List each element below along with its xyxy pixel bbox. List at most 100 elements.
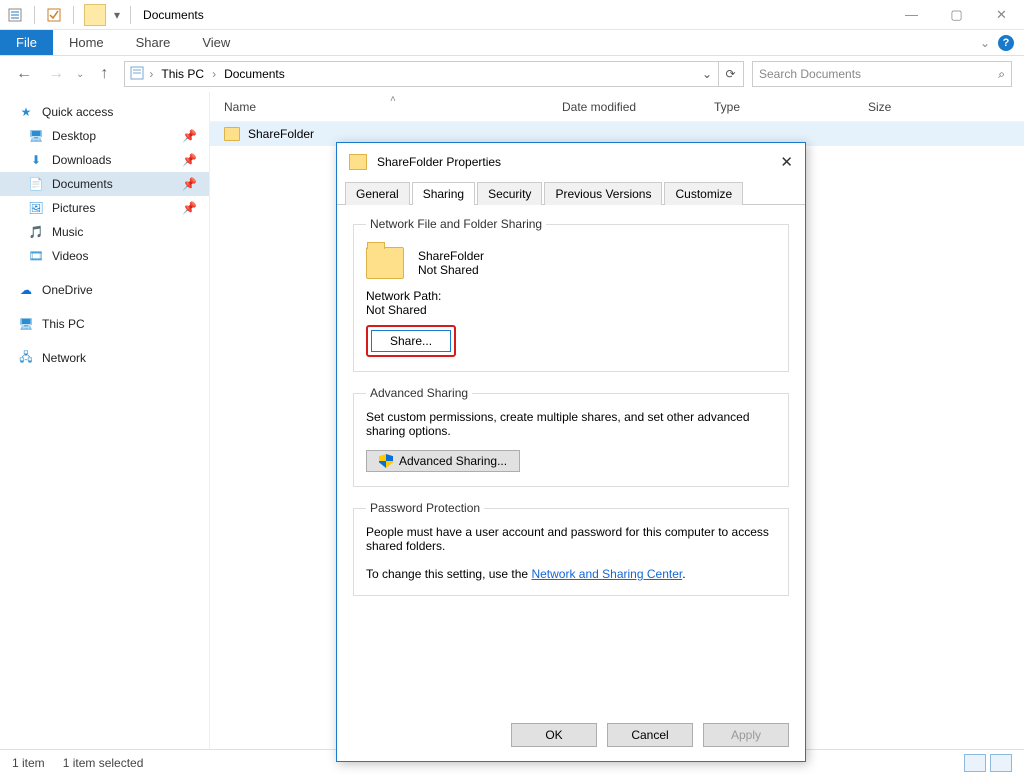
network-file-sharing-group: Network File and Folder Sharing ShareFol… — [353, 217, 789, 372]
share-button-highlight: Share... — [366, 325, 456, 357]
recent-locations-icon[interactable]: ⌄ — [76, 69, 84, 80]
sidebar-item-videos[interactable]: 🎞Videos — [0, 244, 209, 268]
tab-previous-versions[interactable]: Previous Versions — [544, 182, 662, 205]
network-path-label: Network Path: — [366, 289, 776, 303]
column-size[interactable]: Size — [854, 100, 1024, 114]
group-legend: Network File and Folder Sharing — [366, 217, 546, 231]
folder-icon — [366, 247, 404, 279]
share-status: Not Shared — [418, 263, 484, 277]
ok-button[interactable]: OK — [511, 723, 597, 747]
address-dropdown-icon[interactable]: ⌄ — [702, 67, 714, 81]
address-bar[interactable]: › This PC › Documents ⌄ — [124, 61, 719, 87]
navigation-bar: ← → ⌄ ↑ › This PC › Documents ⌄ ⟳ Search… — [0, 56, 1024, 92]
folder-qat-icon[interactable] — [84, 4, 106, 26]
dialog-tabs: General Sharing Security Previous Versio… — [337, 181, 805, 205]
view-details-button[interactable] — [964, 754, 986, 772]
pin-icon: 📌 — [182, 153, 197, 167]
dialog-button-row: OK Cancel Apply — [337, 713, 805, 761]
search-placeholder: Search Documents — [759, 67, 861, 81]
column-name[interactable]: Name ˄ — [210, 100, 548, 114]
back-button[interactable]: ← — [12, 62, 36, 86]
pictures-icon: 🖼 — [28, 200, 44, 216]
folder-icon — [224, 127, 240, 141]
sidebar-quick-access[interactable]: ★ Quick access — [0, 100, 209, 124]
window-title: Documents — [143, 8, 204, 22]
quick-access-toolbar: ▾ — [0, 4, 135, 26]
help-icon[interactable]: ? — [998, 35, 1014, 51]
tab-share[interactable]: Share — [120, 30, 187, 55]
properties-qat-icon[interactable] — [6, 6, 24, 24]
checkbox-qat-icon[interactable] — [45, 6, 63, 24]
desktop-icon: 🖥 — [28, 128, 44, 144]
qat-separator — [34, 6, 35, 24]
star-icon: ★ — [18, 104, 34, 120]
sidebar-thispc[interactable]: 🖥This PC — [0, 312, 209, 336]
maximize-button[interactable]: ▢ — [934, 0, 979, 29]
tab-general[interactable]: General — [345, 182, 410, 205]
documents-icon: 📄 — [28, 176, 44, 192]
sidebar-item-downloads[interactable]: ⬇ Downloads 📌 — [0, 148, 209, 172]
sort-indicator-icon: ˄ — [390, 94, 396, 105]
tab-customize[interactable]: Customize — [664, 182, 743, 205]
sidebar-onedrive[interactable]: ☁OneDrive — [0, 278, 209, 302]
breadcrumb-thispc[interactable]: This PC — [157, 67, 208, 81]
network-icon: 🖧 — [18, 350, 34, 366]
file-name: ShareFolder — [248, 127, 314, 141]
column-headers[interactable]: Name ˄ Date modified Type Size — [210, 92, 1024, 122]
cancel-button[interactable]: Cancel — [607, 723, 693, 747]
sidebar-item-label: Pictures — [52, 201, 95, 215]
status-item-count: 1 item — [12, 756, 45, 770]
network-path-value: Not Shared — [366, 303, 776, 317]
folder-icon — [349, 154, 367, 170]
search-icon[interactable]: ⌕ — [998, 67, 1005, 82]
close-button[interactable]: ✕ — [979, 0, 1024, 29]
breadcrumb-chevron[interactable]: › — [149, 67, 153, 81]
sidebar-label: This PC — [42, 317, 85, 331]
password-change-line: To change this setting, use the Network … — [366, 567, 776, 581]
tab-view[interactable]: View — [186, 30, 246, 55]
dialog-close-button[interactable]: ✕ — [780, 153, 793, 171]
share-button[interactable]: Share... — [371, 330, 451, 352]
sidebar-item-pictures[interactable]: 🖼 Pictures 📌 — [0, 196, 209, 220]
search-input[interactable]: Search Documents ⌕ — [752, 61, 1012, 87]
sidebar-item-documents[interactable]: 📄 Documents 📌 — [0, 172, 209, 196]
refresh-button[interactable]: ⟳ — [718, 61, 744, 87]
window-controls: — ▢ ✕ — [889, 0, 1024, 29]
sidebar-label: Quick access — [42, 105, 113, 119]
sidebar-label: Network — [42, 351, 86, 365]
window-titlebar: ▾ Documents — ▢ ✕ — [0, 0, 1024, 30]
dialog-title: ShareFolder Properties — [377, 155, 501, 169]
tab-home[interactable]: Home — [53, 30, 120, 55]
breadcrumb-documents[interactable]: Documents — [220, 67, 289, 81]
qat-dropdown-icon[interactable]: ▾ — [114, 8, 120, 22]
column-date[interactable]: Date modified — [548, 100, 700, 114]
sidebar-item-desktop[interactable]: 🖥Desktop📌 — [0, 124, 209, 148]
view-large-button[interactable] — [990, 754, 1012, 772]
breadcrumb-chevron[interactable]: › — [212, 67, 216, 81]
pin-icon: 📌 — [182, 201, 197, 215]
advanced-sharing-button[interactable]: Advanced Sharing... — [366, 450, 520, 472]
dialog-titlebar: ShareFolder Properties ✕ — [337, 143, 805, 181]
sidebar-item-label: Downloads — [52, 153, 111, 167]
tab-sharing[interactable]: Sharing — [412, 182, 475, 205]
up-button[interactable]: ↑ — [92, 62, 116, 86]
sidebar-item-label: Documents — [52, 177, 113, 191]
downloads-icon: ⬇ — [28, 152, 44, 168]
properties-dialog: ShareFolder Properties ✕ General Sharing… — [336, 142, 806, 762]
forward-button[interactable]: → — [44, 62, 68, 86]
ribbon-tabs: File Home Share View ⌄ ? — [0, 30, 1024, 56]
location-icon — [129, 65, 145, 84]
tab-security[interactable]: Security — [477, 182, 542, 205]
pin-icon: 📌 — [182, 177, 197, 191]
network-sharing-center-link[interactable]: Network and Sharing Center — [531, 567, 682, 581]
sidebar-network[interactable]: 🖧 Network — [0, 346, 209, 370]
column-type[interactable]: Type — [700, 100, 854, 114]
apply-button[interactable]: Apply — [703, 723, 789, 747]
advanced-sharing-group: Advanced Sharing Set custom permissions,… — [353, 386, 789, 487]
minimize-button[interactable]: — — [889, 0, 934, 29]
sidebar-label: OneDrive — [42, 283, 93, 297]
qat-separator — [73, 6, 74, 24]
file-tab[interactable]: File — [0, 30, 53, 55]
sidebar-item-music[interactable]: 🎵Music — [0, 220, 209, 244]
ribbon-collapse-icon[interactable]: ⌄ — [980, 36, 990, 50]
